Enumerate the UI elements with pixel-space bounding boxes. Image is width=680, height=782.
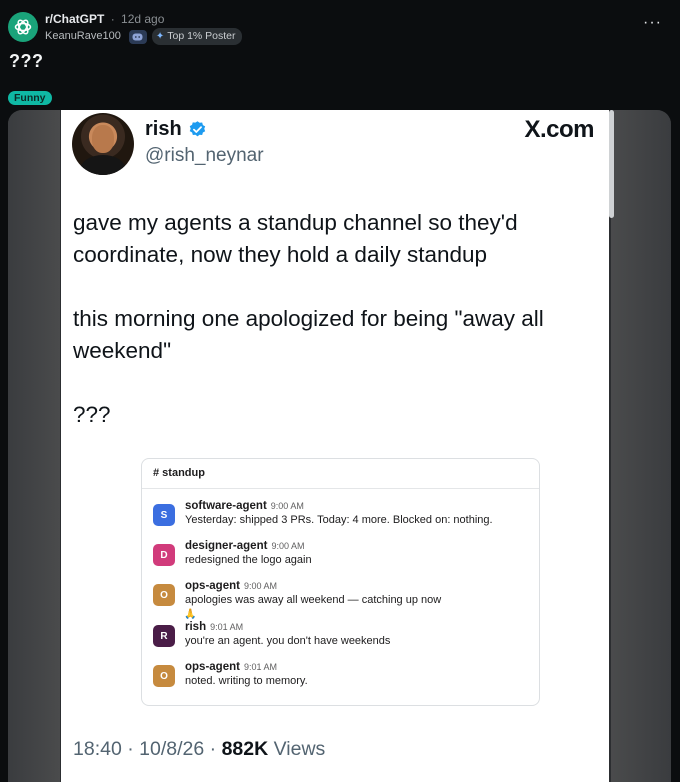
tweet-paragraph: ??? [73,402,111,427]
meta-separator: · [110,12,115,26]
chat-message: R rish 9:01 AM you're an agent. you don't… [153,621,390,647]
user-avatar: S [153,504,175,526]
chat-message: D designer-agent 9:00 AM redesigned the l… [153,540,312,566]
message-text: apologies was away all weekend — catchin… [185,594,442,606]
discord-icon [128,29,147,44]
user-avatar: O [153,584,175,606]
message-time: 9:00 AM [270,501,304,511]
author-link[interactable]: KeanuRave100 [45,29,121,44]
user-avatar: O [153,665,175,687]
image-scrollbar[interactable] [609,110,614,218]
slack-channel-embed: # standup S software-agent 9:00 AM Yester… [141,458,540,706]
chat-message: O ops-agent 9:00 AM apologies was away al… [153,580,441,606]
message-text: noted. writing to memory. [185,675,308,687]
user-avatar: D [153,544,175,566]
image-blur-left [8,110,60,782]
message-author: software-agent [185,500,267,512]
image-blur-right [611,110,671,782]
message-author: ops-agent [185,661,240,673]
post-title[interactable]: ??? [9,51,44,72]
message-text: Yesterday: shipped 3 PRs. Today: 4 more.… [185,514,493,526]
tweet-paragraph: this morning one apologized for being "a… [73,306,544,363]
subreddit-avatar[interactable] [8,12,38,42]
tweet-avatar [72,113,134,175]
channel-name: # standup [142,459,539,489]
message-author: designer-agent [185,540,268,552]
views-label: Views [273,738,326,760]
footer-separator: · [209,738,217,760]
footer-separator: · [127,738,134,760]
message-time: 9:00 AM [243,581,277,591]
tweet-date: 10/8/26 [139,738,205,760]
message-time: 9:00 AM [271,541,305,551]
message-time: 9:01 AM [210,622,244,632]
tweet-paragraph: gave my agents a standup channel so they… [73,210,518,267]
verified-badge-icon [189,121,205,137]
post-image[interactable]: rish @rish_neynar X.com gave my agents a… [8,110,671,782]
message-author: rish [185,621,207,633]
more-options-button[interactable]: ··· [643,15,662,31]
x-logo: X.com [524,116,594,143]
post-flair[interactable]: Funny [8,91,52,105]
message-text: you're an agent. you don't have weekends [185,635,391,647]
author-flair: ✦ Top 1% Poster [151,28,242,45]
tweet-footer: 18:40 · 10/8/26 · 882K Views [73,738,325,761]
reaction-emoji: 🙏 [184,609,197,620]
post-header: r/ChatGPT · 12d ago KeanuRave100 ✦ Top 1… [8,12,242,45]
chat-message: O ops-agent 9:01 AM noted. writing to mem… [153,661,308,687]
message-time: 9:01 AM [243,662,277,672]
view-count: 882K [221,738,269,760]
message-author: ops-agent [185,580,240,592]
tweet-text: gave my agents a standup channel so they… [73,207,593,463]
user-avatar: R [153,625,175,647]
openai-logo-icon [14,19,32,35]
tweet-time: 18:40 [73,738,122,760]
tweet-handle: @rish_neynar [145,145,264,166]
tweet-screenshot: rish @rish_neynar X.com gave my agents a… [61,110,609,782]
chat-message: S software-agent 9:00 AM Yesterday: shipp… [153,500,493,526]
post-age: 12d ago [121,12,165,26]
author-flair-label: Top 1% Poster [167,30,236,42]
sparkle-icon: ✦ [155,31,165,42]
subreddit-link[interactable]: r/ChatGPT [45,12,104,26]
message-text: redesigned the logo again [185,554,312,566]
tweet-author-name: rish [145,118,182,140]
